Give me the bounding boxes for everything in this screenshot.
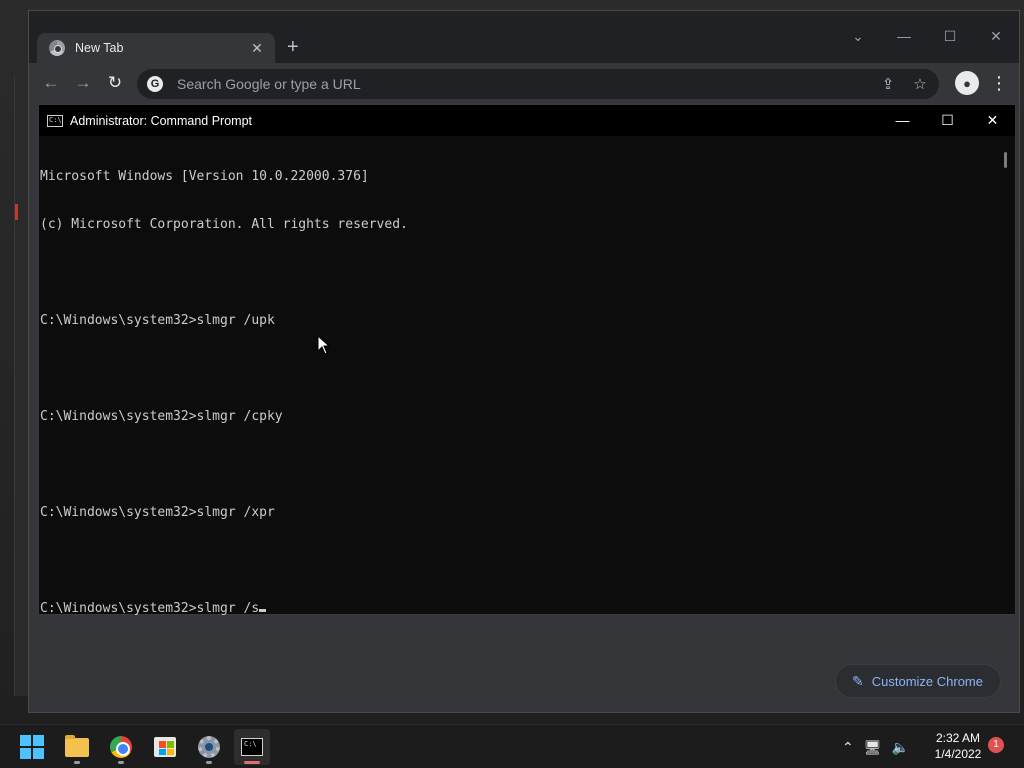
command-prompt-icon: C:\ <box>241 738 263 756</box>
windows-logo-icon <box>20 735 44 759</box>
cmd-maximize-button[interactable]: ☐ <box>925 105 970 136</box>
settings-button[interactable] <box>191 729 227 765</box>
back-arrow-icon[interactable]: ← <box>39 71 63 95</box>
gear-icon <box>198 736 220 758</box>
cmd-console-output[interactable]: Microsoft Windows [Version 10.0.22000.37… <box>39 136 1001 617</box>
command-prompt-window: C:\ Administrator: Command Prompt — ☐ ✕ … <box>38 104 1016 617</box>
customize-chrome-button[interactable]: ✎ Customize Chrome <box>835 664 1001 698</box>
new-tab-button[interactable]: + <box>287 35 299 59</box>
background-window-edge <box>14 76 28 696</box>
chrome-taskbar-button[interactable] <box>103 729 139 765</box>
running-indicator <box>118 761 124 764</box>
folder-icon <box>65 734 89 757</box>
file-explorer-button[interactable] <box>59 729 95 765</box>
cmd-scrollbar-thumb[interactable] <box>1004 152 1007 168</box>
clock-date: 1/4/2022 <box>934 747 982 761</box>
console-line: C:\Windows\system32>slmgr /upk <box>40 313 275 328</box>
cmd-minimize-button[interactable]: — <box>880 105 925 136</box>
cmd-titlebar[interactable]: C:\ Administrator: Command Prompt — ☐ ✕ <box>39 105 1015 136</box>
omnibox-input[interactable] <box>177 76 879 92</box>
pencil-icon: ✎ <box>852 672 864 689</box>
bookmark-star-icon[interactable]: ☆ <box>911 75 929 93</box>
tab-strip: New Tab ✕ + ⌄ — ☐ ✕ <box>29 11 1019 63</box>
chrome-menu-icon[interactable]: ⋮ <box>989 71 1009 95</box>
chrome-window-controls: ⌄ — ☐ ✕ <box>835 25 1019 47</box>
omnibox-actions: ⇪ ☆ <box>879 75 929 93</box>
tab-search-icon[interactable]: ⌄ <box>835 25 881 47</box>
running-indicator <box>206 761 212 764</box>
console-current-command: C:\Windows\system32>slmgr /s <box>40 601 260 616</box>
taskbar: C:\ ⌃ 🖥 🔈 2:32 AM 1/4/2022 1 <box>0 724 1024 768</box>
clock-time: 2:32 AM <box>935 731 981 745</box>
console-line: C:\Windows\system32>slmgr /cpky <box>40 409 283 424</box>
chevron-up-icon[interactable]: ⌃ <box>842 739 854 756</box>
chrome-toolbar: ← → ↻ G ⇪ ☆ ● ⋮ <box>29 63 1019 103</box>
tab-new-tab[interactable]: New Tab ✕ <box>37 33 275 63</box>
cmd-scrollbar[interactable] <box>999 136 1015 614</box>
start-button[interactable] <box>14 729 50 765</box>
running-indicator <box>74 761 80 764</box>
tab-title: New Tab <box>75 41 124 55</box>
cmd-window-controls: — ☐ ✕ <box>880 105 1015 136</box>
tab-close-icon[interactable]: ✕ <box>249 40 265 57</box>
network-icon[interactable]: 🖥 <box>864 739 882 756</box>
console-line: Microsoft Windows [Version 10.0.22000.37… <box>40 169 369 184</box>
profile-avatar-icon[interactable]: ● <box>955 71 979 95</box>
volume-icon[interactable]: 🔈 <box>892 739 909 756</box>
close-button[interactable]: ✕ <box>973 25 1019 47</box>
console-input-line[interactable]: C:\Windows\system32>slmgr /s <box>40 601 1001 617</box>
cmd-close-button[interactable]: ✕ <box>970 105 1015 136</box>
chrome-favicon-icon <box>49 40 65 56</box>
console-line: C:\Windows\system32>slmgr /xpr <box>40 505 275 520</box>
mouse-pointer-icon <box>317 335 331 355</box>
google-icon: G <box>147 76 163 92</box>
omnibox[interactable]: G ⇪ ☆ <box>137 69 939 99</box>
background-window-marker <box>15 204 18 220</box>
text-cursor <box>259 609 267 612</box>
chrome-icon <box>110 736 132 758</box>
cmd-window-title: Administrator: Command Prompt <box>70 113 253 128</box>
share-icon[interactable]: ⇪ <box>879 75 897 93</box>
notification-badge[interactable]: 1 <box>988 737 1004 753</box>
reload-icon[interactable]: ↻ <box>103 71 127 95</box>
command-prompt-taskbar-button[interactable]: C:\ <box>234 729 270 765</box>
console-line: (c) Microsoft Corporation. All rights re… <box>40 217 408 232</box>
maximize-button[interactable]: ☐ <box>927 25 973 47</box>
system-tray: ⌃ 🖥 🔈 <box>842 725 909 768</box>
customize-chrome-label: Customize Chrome <box>871 673 983 689</box>
store-icon <box>154 737 176 757</box>
minimize-button[interactable]: — <box>881 25 927 47</box>
clock[interactable]: 2:32 AM 1/4/2022 <box>924 730 992 762</box>
forward-arrow-icon[interactable]: → <box>71 71 95 95</box>
toolbar-right: ● ⋮ <box>955 71 1009 95</box>
active-indicator <box>244 761 260 764</box>
microsoft-store-button[interactable] <box>147 729 183 765</box>
command-prompt-icon: C:\ <box>47 114 63 127</box>
